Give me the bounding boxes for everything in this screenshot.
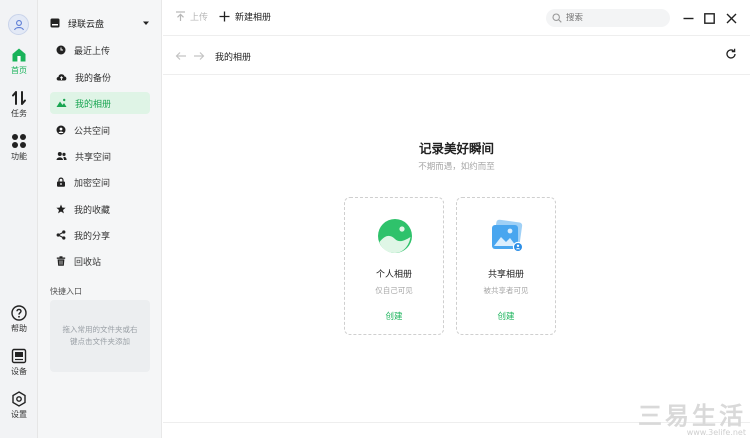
page-subtitle: 不期而遇，如约而至 [418,162,495,172]
rail-device-label: 设备 [11,367,27,376]
rail-help[interactable]: 帮助 [0,305,38,334]
rail-settings-label: 设置 [11,410,27,419]
transfer-icon [12,91,26,105]
sidebar-item-encrypted[interactable]: 加密空间 [50,171,150,193]
arrow-left-icon [175,52,186,60]
quick-access-title: 快捷入口 [50,287,82,296]
sidebar-item-public[interactable]: 公共空间 [50,119,150,141]
sidebar-item-favorites[interactable]: 我的收藏 [50,198,150,220]
shared-album-desc: 被共享者可见 [483,286,529,295]
sidebar-item-label: 共享空间 [75,152,112,163]
share-icon [56,230,66,240]
personal-album-desc: 仅自己可见 [375,286,413,295]
rail-settings[interactable]: 设置 [0,391,38,420]
sidebar-item-backup[interactable]: 我的备份 [50,66,150,88]
rail-device[interactable]: 设备 [0,348,38,377]
sidebar-item-my-shares[interactable]: 我的分享 [50,224,150,246]
lock-icon [57,177,65,187]
shared-album-name: 共享相册 [487,270,524,280]
avatar[interactable] [8,14,29,35]
shared-album-card[interactable]: 共享相册 被共享者可见 创建 [456,197,556,335]
sidebar-item-label: 我的收藏 [74,205,111,216]
main-content: 记录美好瞬间 不期而遇，如约而至 个人相册 仅自己可见 创建 共享相册 被共享者… [163,76,750,422]
upload-label: 上传 [190,13,209,23]
close-button[interactable] [723,10,739,26]
drive-selector[interactable]: 绿联云盘 [50,12,150,34]
sidebar-item-label: 最近上传 [74,46,111,57]
search-box[interactable] [546,9,670,27]
trash-icon [56,256,66,266]
drive-icon [50,18,60,28]
quick-access-dropzone[interactable]: 拖入常用的文件夹或右 键点击文件夹添加 [50,300,150,372]
toolbar: 上传 新建相册 [163,0,750,36]
sidebar-item-label: 加密空间 [74,178,111,189]
rail-features[interactable]: 功能 [0,133,38,162]
sidebar-item-trash[interactable]: 回收站 [50,250,150,272]
shared-album-icon [489,218,525,254]
drive-name: 绿联云盘 [68,19,105,30]
close-icon [726,13,736,23]
maximize-button[interactable] [701,10,717,26]
left-rail: 首页 任务 功能 帮助 设备 设置 [0,0,38,438]
quick-access-hint: 拖入常用的文件夹或右 [62,325,138,334]
create-personal-album-button[interactable]: 创建 [345,310,443,322]
new-album-label: 新建相册 [235,13,272,23]
public-space-icon [56,125,66,135]
sidebar-item-label: 公共空间 [74,126,111,137]
quick-access-hint: 键点击文件夹添加 [70,337,130,346]
upload-button[interactable]: 上传 [175,10,208,23]
personal-album-icon [377,218,413,254]
search-input[interactable] [566,13,666,23]
rail-home[interactable]: 首页 [0,47,38,76]
cloud-upload-icon [56,74,67,81]
create-shared-album-button[interactable]: 创建 [457,310,555,322]
caret-down-icon [143,21,149,25]
maximize-icon [703,12,715,24]
sidebar-item-label: 我的备份 [75,73,112,84]
watermark-url: www.3elife.net [686,428,746,437]
minimize-button[interactable] [680,10,696,26]
sidebar-item-recent[interactable]: 最近上传 [50,39,150,61]
sidebar-item-label: 回收站 [74,257,102,268]
upload-icon [176,11,185,21]
people-icon [56,152,67,160]
arrow-right-icon [194,52,205,60]
breadcrumb: 我的相册 [163,37,750,75]
settings-icon [12,391,26,407]
minimize-icon [683,17,693,19]
photo-icon [56,98,67,107]
device-icon [11,348,27,364]
page-title: 记录美好瞬间 [418,141,494,156]
refresh-icon [726,48,736,59]
star-icon [56,204,66,214]
user-icon [13,19,24,30]
refresh-button[interactable] [725,48,739,62]
rail-help-label: 帮助 [11,324,27,333]
rail-tasks-label: 任务 [11,109,27,118]
rail-home-label: 首页 [11,66,27,75]
sidebar-item-label: 我的相册 [75,99,112,110]
sidebar-item-albums[interactable]: 我的相册 [50,92,150,114]
back-button[interactable] [174,49,188,63]
forward-button[interactable] [192,49,206,63]
watermark: 三易生活 www.3elife.net [638,403,746,437]
sidebar: 绿联云盘 最近上传 我的备份 我的相册 公共空间 共享空间 加密空间 我的收藏 … [38,0,162,438]
grid-icon [12,134,26,148]
help-icon [11,305,27,321]
personal-album-card[interactable]: 个人相册 仅自己可见 创建 [344,197,444,335]
plus-icon [219,11,230,22]
sidebar-item-label: 我的分享 [74,231,111,242]
rail-features-label: 功能 [11,152,27,161]
clock-icon [56,45,66,55]
sidebar-item-shared[interactable]: 共享空间 [50,145,150,167]
watermark-text: 三易生活 [638,402,746,430]
search-icon [552,13,562,23]
breadcrumb-current: 我的相册 [215,53,252,63]
new-album-button[interactable]: 新建相册 [219,10,271,23]
rail-tasks[interactable]: 任务 [0,90,38,119]
home-icon [12,48,26,62]
personal-album-name: 个人相册 [375,270,412,280]
